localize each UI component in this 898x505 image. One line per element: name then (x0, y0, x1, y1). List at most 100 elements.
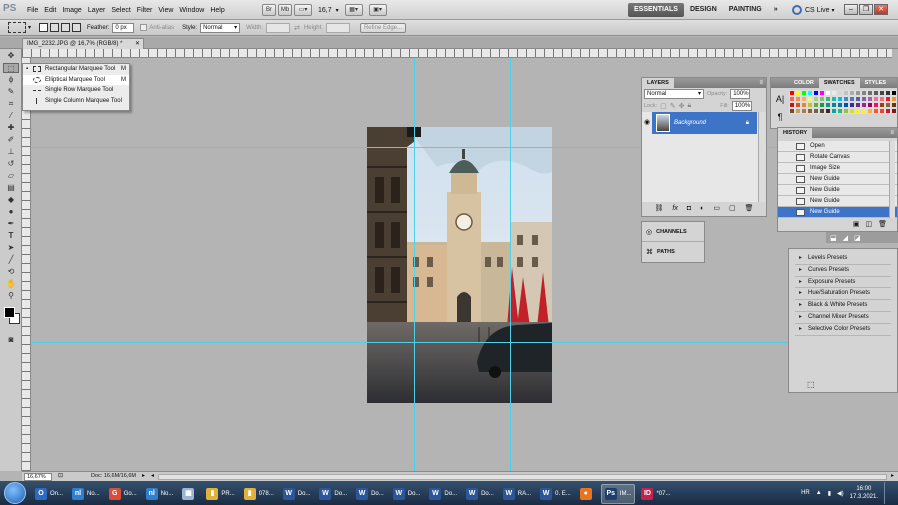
menu-help[interactable]: Help (207, 7, 227, 14)
menu-file[interactable]: File (24, 7, 41, 14)
adjustment-curves-icon[interactable]: ⬓ (830, 234, 837, 242)
add-selection-icon[interactable] (50, 23, 60, 32)
tab-layers[interactable]: LAYERS (642, 78, 674, 88)
taskbar-item[interactable]: W Do... (463, 484, 497, 504)
hand-tool-icon[interactable]: ✋ (3, 279, 19, 289)
adjustment-bw-icon[interactable]: ◪ (854, 234, 861, 242)
start-button[interactable] (4, 482, 26, 504)
opacity-input[interactable]: 100% (730, 89, 751, 99)
preset-curves[interactable]: Curves Presets (795, 265, 891, 277)
visibility-eye-icon[interactable]: ◉ (642, 112, 652, 134)
add-mask-icon[interactable]: ◘ (687, 205, 691, 212)
paths-button[interactable]: ⌘ PATHS (642, 242, 704, 262)
close-tab-icon[interactable]: ✕ (135, 39, 140, 49)
link-layers-icon[interactable]: ⛓ (655, 204, 664, 212)
show-desktop-button[interactable] (884, 482, 892, 504)
tab-color[interactable]: COLOR (789, 78, 819, 88)
brush-tool-icon[interactable]: ✐ (3, 135, 19, 145)
guide-horizontal-2[interactable] (31, 342, 892, 343)
taskbar-item[interactable]: nl No... (143, 484, 177, 504)
move-tool-icon[interactable]: ✥ (3, 51, 19, 61)
taskbar-item[interactable]: W Do... (390, 484, 424, 504)
history-item[interactable]: Rotate Canvas (778, 152, 897, 163)
menu-filter[interactable]: Filter (134, 7, 156, 14)
view-extras-icon[interactable]: ▭▾ (294, 4, 312, 16)
horizontal-scrollbar[interactable] (158, 473, 887, 480)
paragraph-panel-icon[interactable]: ¶ (773, 108, 787, 126)
flyout-item-elliptical[interactable]: Elliptical Marquee Tool M (23, 74, 129, 85)
swatch-grid[interactable] (789, 90, 897, 114)
lock-position-icon[interactable]: ✥ (679, 102, 685, 110)
tab-styles[interactable]: STYLES (860, 78, 891, 88)
document-tab[interactable]: IMG_2232.JPG @ 16,7% (RGB/8) * ✕ (22, 38, 144, 49)
horizontal-ruler[interactable] (22, 49, 892, 58)
flyout-item-single-column[interactable]: Single Column Marquee Tool (23, 96, 129, 107)
clone-stamp-icon[interactable]: ⊥ (3, 147, 19, 157)
channels-button[interactable]: ◎ CHANNELS (642, 222, 704, 242)
preset-black-white[interactable]: Black & White Presets (795, 300, 891, 312)
new-layer-icon[interactable]: ▢ (729, 204, 736, 212)
flyout-item-rectangular[interactable]: ▪ Rectangular Marquee Tool M (23, 64, 129, 75)
bridge-icon[interactable]: Br (262, 4, 276, 16)
taskbar-item[interactable]: G Go... (106, 484, 140, 504)
menu-edit[interactable]: Edit (41, 7, 59, 14)
taskbar-item[interactable]: Ps IM... (600, 484, 636, 504)
tray-arrow-icon[interactable]: ▲ (816, 490, 822, 496)
subtract-selection-icon[interactable] (61, 23, 71, 32)
lock-transparent-icon[interactable]: ▢ (660, 102, 667, 110)
preset-selective-color[interactable]: Selective Color Presets (795, 324, 891, 336)
panel-menu-icon[interactable]: ≡ (759, 80, 763, 86)
layer-style-icon[interactable]: fx (672, 205, 677, 212)
history-item[interactable]: Image Size (778, 163, 897, 174)
3d-rotate-icon[interactable]: ⟲ (3, 267, 19, 277)
new-selection-icon[interactable] (39, 23, 49, 32)
eraser-tool-icon[interactable]: ▱ (3, 171, 19, 181)
volume-icon[interactable]: ◀) (837, 490, 844, 497)
crop-tool-icon[interactable]: ⌗ (3, 99, 19, 109)
type-tool-icon[interactable]: T (3, 231, 19, 241)
minimize-icon[interactable]: – (844, 4, 858, 15)
screen-mode-icon[interactable]: ▣▾ (368, 4, 387, 16)
adjustment-layer-icon[interactable]: ◐ (700, 205, 704, 212)
blur-tool-icon[interactable]: ◆ (3, 195, 19, 205)
workspace-design[interactable]: DESIGN (684, 3, 723, 17)
taskbar-item[interactable]: ▮ 078... (241, 484, 277, 504)
dodge-tool-icon[interactable]: ● (3, 207, 19, 217)
document-image[interactable] (367, 127, 552, 403)
taskbar-item[interactable]: ● (577, 484, 598, 504)
taskbar-item[interactable]: W RA... (500, 484, 534, 504)
swap-icon[interactable]: ⇄ (294, 24, 300, 32)
lock-all-icon[interactable]: 🔒︎ (688, 102, 692, 110)
tab-history[interactable]: HISTORY (778, 128, 813, 138)
taskbar-item[interactable]: O On... (32, 484, 66, 504)
menu-select[interactable]: Select (108, 7, 133, 14)
taskbar-item[interactable]: W Do... (426, 484, 460, 504)
history-item[interactable]: New Guide (778, 174, 897, 185)
lock-image-icon[interactable]: ✎ (670, 102, 676, 110)
height-input[interactable] (325, 22, 350, 33)
intersect-selection-icon[interactable] (72, 23, 82, 32)
history-item-selected[interactable]: New Guide (778, 207, 897, 218)
panel-menu-icon[interactable]: ≡ (890, 130, 894, 136)
menu-window[interactable]: Window (176, 7, 207, 14)
eyedropper-tool-icon[interactable]: ⁄ (3, 111, 19, 121)
vertical-ruler[interactable] (22, 58, 31, 471)
adjustment-gradient-icon[interactable]: ◢ (843, 234, 848, 242)
shape-tool-icon[interactable]: ╱ (3, 255, 19, 265)
status-zoom-input[interactable]: 16,67% (24, 472, 52, 481)
taskbar-item[interactable]: W Do... (316, 484, 350, 504)
quick-mask-icon[interactable]: ◙ (3, 335, 19, 345)
taskbar-item[interactable]: ▦ (179, 484, 200, 504)
history-scrollbar[interactable] (889, 141, 895, 218)
flyout-item-single-row[interactable]: Single Row Marquee Tool (23, 85, 129, 96)
language-indicator[interactable]: HR (801, 490, 810, 496)
taskbar-item[interactable]: W 0. E... (537, 484, 574, 504)
taskbar-item[interactable]: W Do... (353, 484, 387, 504)
snapshot-icon[interactable]: ◫ (865, 220, 872, 228)
scroll-right-icon[interactable]: ▸ (891, 472, 894, 481)
new-group-icon[interactable]: ▭ (713, 204, 720, 212)
swatch-3-17[interactable] (891, 108, 897, 114)
menu-image[interactable]: Image (59, 7, 84, 14)
minibridge-icon[interactable]: Mb (278, 4, 292, 16)
layer-row-background[interactable]: ◉ Background 🔒︎ (642, 112, 757, 134)
